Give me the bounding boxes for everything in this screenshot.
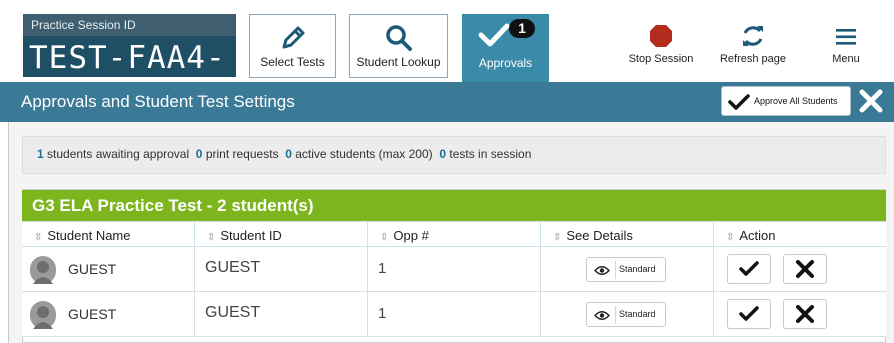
approvals-count-badge: 1 (509, 19, 535, 38)
student-name: GUEST (68, 261, 117, 277)
opp-cell: 1 (368, 247, 541, 292)
select-tests-button[interactable]: Select Tests (249, 14, 336, 78)
refresh-page-label: Refresh page (719, 53, 787, 65)
student-name-cell: GUEST (22, 292, 195, 337)
student-lookup-label: Student Lookup (356, 55, 441, 69)
column-label: Student Name (47, 228, 131, 243)
test-group-header: G3 ELA Practice Test - 2 student(s) (22, 190, 886, 221)
student-id: GUEST (205, 259, 261, 276)
student-id-cell: GUEST (195, 292, 368, 337)
column-header-student-name[interactable]: ⇳ Student Name (22, 222, 195, 248)
action-cell (714, 247, 886, 292)
approve-all-students-button[interactable]: Approve All Students (721, 86, 851, 116)
top-toolbar: Practice Session ID TEST-FAA4-1 Select T… (0, 0, 894, 112)
table-header: ⇳ Student Name ⇳ Student ID ⇳ Opp # ⇳ See De… (22, 221, 886, 248)
refresh-icon (743, 26, 763, 46)
avatar-icon (30, 256, 56, 284)
column-header-student-id[interactable]: ⇳ Student ID (195, 222, 368, 248)
approve-student-button[interactable] (727, 299, 771, 329)
sort-icon: ⇳ (34, 232, 43, 243)
student-id-cell: GUEST (195, 247, 368, 292)
tests-in-session-text: tests in session (449, 147, 532, 161)
button-divider (615, 261, 616, 279)
button-divider (615, 306, 616, 324)
deny-student-button[interactable] (783, 299, 827, 329)
student-lookup-button[interactable]: Student Lookup (349, 14, 448, 78)
tests-in-session-count: 0 (439, 147, 447, 161)
search-icon (385, 25, 412, 51)
student-name-cell: GUEST (22, 247, 195, 292)
sort-icon: ⇳ (726, 232, 735, 243)
details-label: Standard (619, 264, 656, 274)
details-label: Standard (619, 309, 656, 319)
deny-student-button[interactable] (783, 254, 827, 284)
checkmark-icon (478, 23, 510, 47)
active-students-count: 0 (285, 147, 292, 161)
column-label: Action (739, 228, 776, 243)
approvals-label: Approvals (478, 56, 533, 70)
close-icon (796, 260, 814, 278)
sort-icon: ⇳ (380, 232, 389, 243)
hamburger-icon (836, 29, 856, 45)
see-details-cell: Standard (541, 247, 714, 292)
column-header-action[interactable]: ⇳ Action (714, 222, 886, 248)
print-requests-text: print requests (205, 147, 279, 161)
see-details-button[interactable]: Standard (586, 302, 666, 327)
session-label: Practice Session ID (31, 18, 136, 32)
awaiting-approval-text: students awaiting approval (47, 147, 190, 161)
student-name: GUEST (68, 306, 117, 322)
awaiting-approval-count: 1 (37, 147, 44, 161)
menu-label: Menu (832, 53, 860, 65)
sort-icon: ⇳ (553, 232, 562, 243)
select-tests-label: Select Tests (260, 55, 325, 69)
stop-octagon-icon (650, 25, 672, 47)
column-header-see-details[interactable]: ⇳ See Details (541, 222, 714, 248)
test-group-title: G3 ELA Practice Test - 2 student(s) (32, 196, 314, 215)
print-requests-count: 0 (195, 147, 203, 161)
opp-number: 1 (378, 260, 387, 277)
action-cell (714, 292, 886, 337)
opp-cell: 1 (368, 292, 541, 337)
max-students-text: (max 200) (378, 147, 433, 161)
checkmark-icon (739, 306, 759, 321)
opp-number: 1 (378, 305, 387, 322)
stop-session-label: Stop Session (628, 53, 694, 65)
refresh-page-button[interactable]: Refresh page (714, 14, 792, 76)
column-label: See Details (566, 228, 633, 243)
table-row: GUEST GUEST 1 Standard (22, 292, 886, 337)
checkmark-icon (739, 261, 759, 276)
menu-button[interactable]: Menu (816, 14, 876, 76)
column-header-opp[interactable]: ⇳ Opp # (368, 222, 541, 248)
session-id-panel: Practice Session ID TEST-FAA4-1 (23, 14, 236, 112)
student-id: GUEST (205, 304, 261, 321)
session-status-bar: 1 students awaiting approval 0 print req… (22, 136, 886, 174)
active-students-text: active students (295, 147, 376, 161)
eye-icon (594, 311, 610, 320)
approve-student-button[interactable] (727, 254, 771, 284)
column-label: Student ID (220, 228, 282, 243)
close-icon (859, 89, 883, 113)
close-icon (796, 305, 814, 323)
see-details-button[interactable]: Standard (586, 257, 666, 282)
eye-icon (594, 266, 610, 275)
page-title: Approvals and Student Test Settings (21, 92, 295, 111)
column-label: Opp # (393, 228, 429, 243)
approvals-tab[interactable]: Approvals (462, 14, 549, 82)
avatar-icon (30, 301, 56, 329)
checkmark-icon (728, 94, 750, 110)
table-row: GUEST GUEST 1 Standard (22, 247, 886, 292)
sort-icon: ⇳ (207, 232, 216, 243)
close-panel-button[interactable] (858, 88, 884, 114)
pencil-icon (282, 26, 304, 49)
see-details-cell: Standard (541, 292, 714, 337)
approve-all-label: Approve All Students (754, 96, 838, 106)
stop-session-button[interactable]: Stop Session (622, 14, 700, 76)
